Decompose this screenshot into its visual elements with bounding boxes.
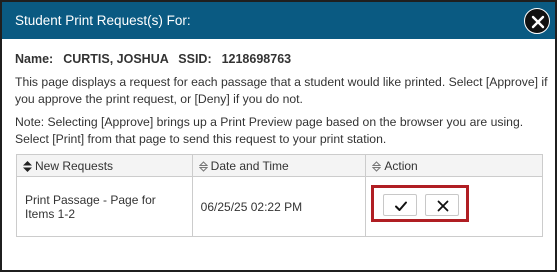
instructions-text: This page displays a request for each pa… <box>15 75 548 106</box>
header-action[interactable]: Action <box>365 154 543 177</box>
request-name-cell: Print Passage - Page for Items 1-2 <box>16 176 193 237</box>
note-text: Note: Selecting [Approve] brings up a Pr… <box>15 115 524 146</box>
header-new-requests[interactable]: New Requests <box>16 154 193 177</box>
header-label: Date and Time <box>210 158 289 173</box>
requests-table: New Requests Date and Time Action Print … <box>16 154 543 237</box>
sort-icon <box>372 161 382 172</box>
header-date-and-time[interactable]: Date and Time <box>191 154 367 177</box>
approve-button[interactable] <box>383 194 418 216</box>
checkmark-icon <box>395 201 408 211</box>
action-cell <box>365 176 543 237</box>
print-request-dialog: Student Print Request(s) For: Name: CURT… <box>0 0 557 272</box>
request-datetime-cell: 06/25/25 02:22 PM <box>191 176 367 237</box>
student-ssid: 1218698763 <box>221 52 292 66</box>
close-button[interactable] <box>524 8 550 34</box>
close-icon <box>531 15 545 29</box>
sort-icon <box>198 161 208 172</box>
action-highlight-box <box>371 185 470 222</box>
name-label: Name: <box>15 52 54 66</box>
x-icon <box>437 200 449 212</box>
sort-active-icon <box>23 160 32 172</box>
table-header-row: New Requests Date and Time Action <box>16 154 543 177</box>
deny-button[interactable] <box>425 194 460 216</box>
header-label: Action <box>384 158 418 173</box>
dialog-title-bar: Student Print Request(s) For: <box>2 2 555 39</box>
ssid-label: SSID: <box>178 52 212 66</box>
dialog-title: Student Print Request(s) For: <box>15 13 191 28</box>
table-row: Print Passage - Page for Items 1-2 06/25… <box>16 176 543 237</box>
student-name: CURTIS, JOSHUA <box>63 52 169 66</box>
header-label: New Requests <box>35 158 114 173</box>
student-identity: Name: CURTIS, JOSHUA SSID: 1218698763 <box>15 52 291 66</box>
